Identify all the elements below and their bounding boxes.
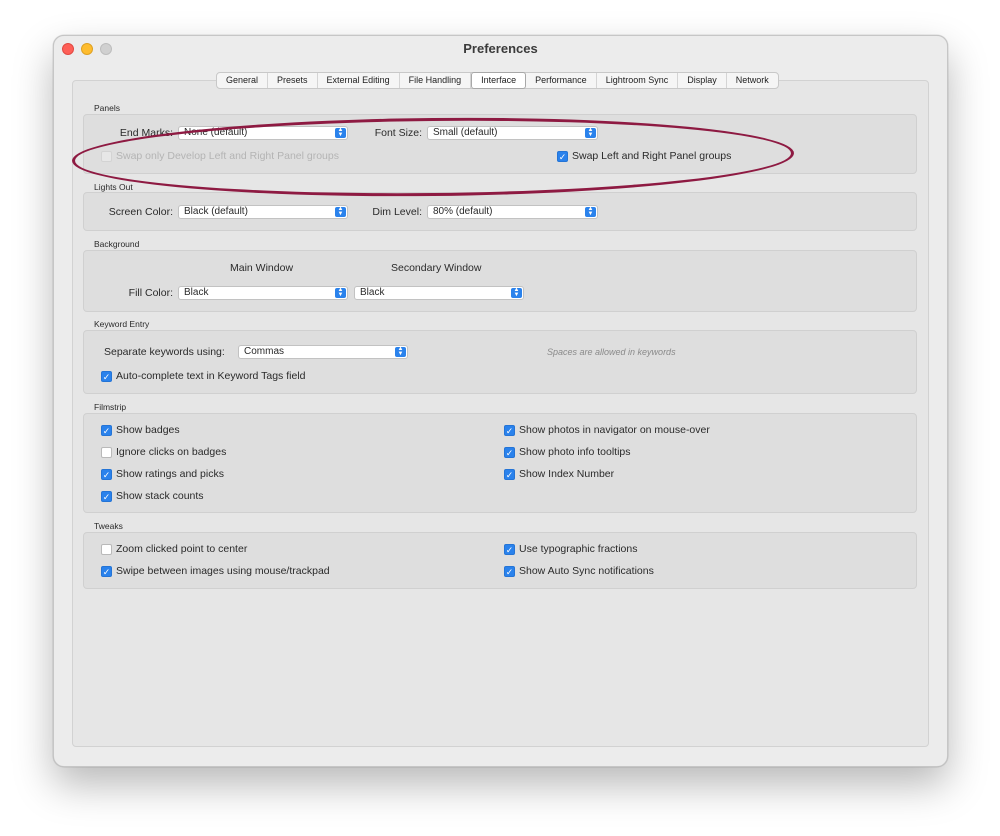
auto-sync-checkbox[interactable]: ✓ bbox=[504, 566, 515, 577]
filmstrip-section: ✓ Show badges Ignore clicks on badges ✓ … bbox=[83, 413, 917, 513]
dropdown-chevron-icon: ▲ ▼ bbox=[335, 287, 346, 298]
show-navigator-label: Show photos in navigator on mouse-over bbox=[519, 424, 710, 436]
preferences-window: Preferences General Presets External Edi… bbox=[53, 35, 948, 767]
zoom-clicked-checkbox[interactable] bbox=[101, 544, 112, 555]
dropdown-chevron-icon: ▲ ▼ bbox=[585, 127, 596, 138]
auto-sync-label: Show Auto Sync notifications bbox=[519, 565, 654, 577]
swap-develop-label: Swap only Develop Left and Right Panel g… bbox=[116, 150, 339, 162]
tweaks-section-title: Tweaks bbox=[94, 521, 123, 531]
show-navigator-checkbox[interactable]: ✓ bbox=[504, 425, 515, 436]
secondary-window-label: Secondary Window bbox=[391, 262, 482, 274]
font-size-label: Font Size: bbox=[374, 127, 422, 139]
tab-presets[interactable]: Presets bbox=[268, 73, 318, 88]
show-tooltips-label: Show photo info tooltips bbox=[519, 446, 631, 458]
swap-develop-checkbox[interactable] bbox=[101, 151, 112, 162]
font-size-value: Small (default) bbox=[433, 127, 498, 138]
tab-external-editing[interactable]: External Editing bbox=[318, 73, 400, 88]
dropdown-chevron-icon: ▲ ▼ bbox=[585, 206, 596, 217]
show-badges-label: Show badges bbox=[116, 424, 180, 436]
tab-display[interactable]: Display bbox=[678, 73, 727, 88]
ignore-clicks-label: Ignore clicks on badges bbox=[116, 446, 227, 458]
secondary-fill-color-select[interactable]: Black ▲ ▼ bbox=[354, 286, 524, 300]
font-size-select[interactable]: Small (default) ▲ ▼ bbox=[427, 126, 598, 140]
show-index-checkbox[interactable]: ✓ bbox=[504, 469, 515, 480]
keywords-hint: Spaces are allowed in keywords bbox=[547, 347, 676, 357]
tab-general[interactable]: General bbox=[217, 73, 269, 88]
tab-lightroom-sync[interactable]: Lightroom Sync bbox=[597, 73, 679, 88]
checkmark-icon: ✓ bbox=[505, 470, 514, 480]
main-window-label: Main Window bbox=[230, 262, 294, 274]
window-title: Preferences bbox=[463, 41, 538, 56]
lights-out-section-title: Lights Out bbox=[94, 182, 133, 192]
show-tooltips-checkbox[interactable]: ✓ bbox=[504, 447, 515, 458]
panels-section: End Marks: None (default) ▲ ▼ Font Size: … bbox=[83, 114, 917, 174]
dim-level-label: Dim Level: bbox=[372, 206, 422, 218]
end-marks-label: End Marks: bbox=[119, 127, 173, 139]
show-index-label: Show Index Number bbox=[519, 468, 615, 480]
dim-level-select[interactable]: 80% (default) ▲ ▼ bbox=[427, 205, 598, 219]
lights-out-section: Screen Color: Black (default) ▲ ▼ Dim Lev… bbox=[83, 192, 917, 231]
filmstrip-section-title: Filmstrip bbox=[94, 402, 127, 412]
show-ratings-label: Show ratings and picks bbox=[116, 468, 224, 480]
tab-performance[interactable]: Performance bbox=[526, 73, 597, 88]
screen-color-label: Screen Color: bbox=[108, 206, 173, 218]
swap-panels-checkbox[interactable]: ✓ bbox=[557, 151, 568, 162]
background-section-title: Background bbox=[94, 239, 140, 249]
separate-keywords-select[interactable]: Commas ▲ ▼ bbox=[238, 345, 408, 359]
show-badges-checkbox[interactable]: ✓ bbox=[101, 425, 112, 436]
interface-pane: Panels End Marks: None (default) ▲ ▼ Font… bbox=[72, 80, 929, 747]
end-marks-select[interactable]: None (default) ▲ ▼ bbox=[178, 126, 348, 140]
panels-section-title: Panels bbox=[94, 103, 120, 113]
checkmark-icon: ✓ bbox=[102, 567, 111, 577]
swap-panels-label: Swap Left and Right Panel groups bbox=[572, 150, 732, 162]
keyword-entry-section: Separate keywords using: Commas ▲ ▼ Space… bbox=[83, 330, 917, 394]
end-marks-value: None (default) bbox=[184, 127, 248, 138]
screen-color-value: Black (default) bbox=[184, 206, 248, 217]
typographic-label: Use typographic fractions bbox=[519, 543, 638, 555]
tab-network[interactable]: Network bbox=[727, 73, 778, 88]
swipe-label: Swipe between images using mouse/trackpa… bbox=[116, 565, 330, 577]
main-fill-color-select[interactable]: Black ▲ ▼ bbox=[178, 286, 348, 300]
autocomplete-label: Auto-complete text in Keyword Tags field bbox=[116, 370, 306, 382]
zoom-clicked-label: Zoom clicked point to center bbox=[116, 543, 248, 555]
dim-level-value: 80% (default) bbox=[433, 206, 493, 217]
dropdown-chevron-icon: ▲ ▼ bbox=[395, 346, 406, 357]
tab-bar: General Presets External Editing File Ha… bbox=[216, 72, 779, 89]
checkmark-icon: ✓ bbox=[505, 426, 514, 436]
tweaks-section: Zoom clicked point to center ✓ Swipe bet… bbox=[83, 532, 917, 589]
main-fill-color-value: Black bbox=[184, 287, 209, 298]
dropdown-chevron-icon: ▲ ▼ bbox=[511, 287, 522, 298]
show-stack-label: Show stack counts bbox=[116, 490, 204, 502]
swipe-checkbox[interactable]: ✓ bbox=[101, 566, 112, 577]
checkmark-icon: ✓ bbox=[102, 372, 111, 382]
fill-color-label: Fill Color: bbox=[128, 287, 173, 299]
checkmark-icon: ✓ bbox=[505, 567, 514, 577]
separate-keywords-label: Separate keywords using: bbox=[104, 346, 225, 358]
background-section: Main Window Secondary Window Fill Color:… bbox=[83, 250, 917, 312]
keyword-entry-section-title: Keyword Entry bbox=[94, 319, 150, 329]
screen-color-select[interactable]: Black (default) ▲ ▼ bbox=[178, 205, 348, 219]
title-bar: Preferences bbox=[54, 36, 947, 66]
checkmark-icon: ✓ bbox=[505, 545, 514, 555]
checkmark-icon: ✓ bbox=[102, 426, 111, 436]
show-stack-checkbox[interactable]: ✓ bbox=[101, 491, 112, 502]
separate-keywords-value: Commas bbox=[244, 346, 285, 357]
tab-file-handling[interactable]: File Handling bbox=[400, 73, 472, 88]
checkmark-icon: ✓ bbox=[102, 470, 111, 480]
autocomplete-checkbox[interactable]: ✓ bbox=[101, 371, 112, 382]
typographic-checkbox[interactable]: ✓ bbox=[504, 544, 515, 555]
tab-interface[interactable]: Interface bbox=[471, 72, 527, 89]
checkmark-icon: ✓ bbox=[505, 448, 514, 458]
secondary-fill-color-value: Black bbox=[360, 287, 385, 298]
checkmark-icon: ✓ bbox=[558, 152, 567, 162]
show-ratings-checkbox[interactable]: ✓ bbox=[101, 469, 112, 480]
checkmark-icon: ✓ bbox=[102, 492, 111, 502]
ignore-clicks-checkbox[interactable] bbox=[101, 447, 112, 458]
